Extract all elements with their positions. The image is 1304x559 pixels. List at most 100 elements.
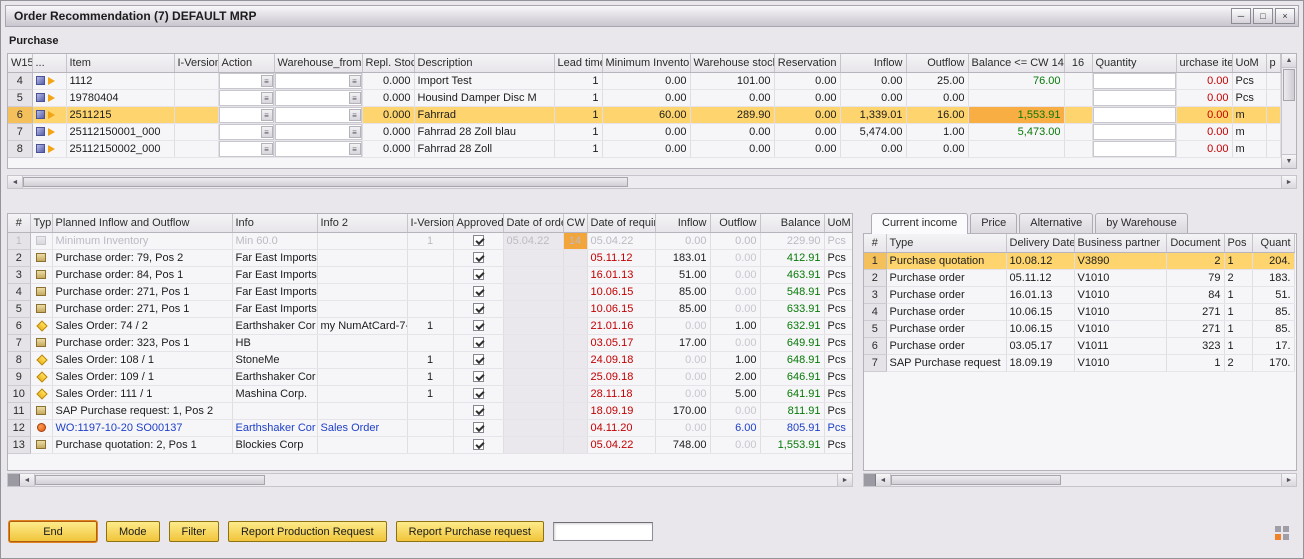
column-header[interactable]: Pos <box>1224 234 1252 252</box>
column-header[interactable]: Business partner <box>1074 234 1166 252</box>
column-header[interactable]: Balance <= CW 14 <box>968 54 1064 72</box>
link-arrow-icon[interactable] <box>48 111 55 119</box>
approved-checkbox[interactable] <box>473 235 484 246</box>
income-row[interactable]: 3Purchase order16.01.13V101084151. <box>864 286 1294 303</box>
end-button[interactable]: End <box>9 521 97 542</box>
planned-horizontal-scrollbar[interactable]: ◄ ► <box>7 473 853 487</box>
approved-cell[interactable] <box>453 334 503 351</box>
approved-checkbox[interactable] <box>473 371 484 382</box>
choose-from-list-icon[interactable]: ≡ <box>349 92 361 104</box>
income-row[interactable]: 2Purchase order05.11.12V1010792183. <box>864 269 1294 286</box>
column-header[interactable]: Inflow <box>655 214 710 232</box>
row-number-cell[interactable]: 5 <box>8 89 32 106</box>
row-number-cell[interactable]: 9 <box>8 368 30 385</box>
scroll-right-button[interactable]: ► <box>837 474 852 486</box>
planned-row[interactable]: 11SAP Purchase request: 1, Pos 218.09.19… <box>8 402 852 419</box>
action-cell[interactable]: ≡ <box>218 140 274 157</box>
item-row[interactable]: 725112150001_000≡≡0.000Fahrrad 28 Zoll b… <box>8 123 1280 140</box>
link-arrow-icon[interactable] <box>48 77 55 85</box>
row-number-cell[interactable]: 3 <box>8 266 30 283</box>
row-number-cell[interactable]: 4 <box>864 303 886 320</box>
column-header[interactable]: urchase item <box>1176 54 1232 72</box>
link-arrow-icon[interactable] <box>48 94 55 102</box>
column-header[interactable]: Typ <box>30 214 52 232</box>
approved-cell[interactable] <box>453 351 503 368</box>
column-header[interactable]: W15 <box>8 54 32 72</box>
column-header[interactable]: Warehouse stock <box>690 54 774 72</box>
scroll-down-button[interactable]: ▼ <box>1282 154 1296 168</box>
link-arrow-icon[interactable] <box>48 128 55 136</box>
scroll-right-button[interactable]: ► <box>1281 474 1296 486</box>
column-header[interactable]: UoM <box>1232 54 1266 72</box>
planned-row[interactable]: 8Sales Order: 108 / 1StoneMe124.09.180.0… <box>8 351 852 368</box>
item-row[interactable]: 41112≡≡0.000Import Test10.00101.000.000.… <box>8 72 1280 89</box>
horizontal-scrollbar-thumb[interactable] <box>891 475 1061 485</box>
approved-checkbox[interactable] <box>473 320 484 331</box>
link-arrow-icon[interactable] <box>48 145 55 153</box>
mode-button[interactable]: Mode <box>106 521 160 542</box>
planned-row[interactable]: 5Purchase order: 271, Pos 1Far East Impo… <box>8 300 852 317</box>
income-horizontal-scrollbar[interactable]: ◄ ► <box>863 473 1297 487</box>
column-header[interactable]: Quant <box>1252 234 1294 252</box>
approved-checkbox[interactable] <box>473 439 484 450</box>
column-header[interactable]: Balance <box>760 214 824 232</box>
planned-row[interactable]: 2Purchase order: 79, Pos 2Far East Impor… <box>8 249 852 266</box>
warehouse-from-cell[interactable]: ≡ <box>274 140 362 157</box>
column-header[interactable]: 16 <box>1064 54 1092 72</box>
column-header[interactable]: Description <box>414 54 554 72</box>
column-header[interactable]: Outflow <box>710 214 760 232</box>
horizontal-scrollbar-thumb[interactable] <box>35 475 265 485</box>
approved-checkbox[interactable] <box>473 252 484 263</box>
scroll-right-button[interactable]: ► <box>1281 176 1296 188</box>
planned-row[interactable]: 9Sales Order: 109 / 1Earthshaker Cor125.… <box>8 368 852 385</box>
row-number-cell[interactable]: 10 <box>8 385 30 402</box>
column-header[interactable]: Inflow <box>840 54 906 72</box>
approved-cell[interactable] <box>453 317 503 334</box>
action-cell[interactable]: ≡ <box>218 106 274 123</box>
row-number-cell[interactable]: 8 <box>8 351 30 368</box>
row-number-cell[interactable]: 5 <box>8 300 30 317</box>
row-number-cell[interactable]: 1 <box>864 252 886 269</box>
report-purchase-request-button[interactable]: Report Purchase request <box>396 521 544 542</box>
items-vertical-scrollbar[interactable]: ▲ ▼ <box>1281 54 1296 168</box>
approved-checkbox[interactable] <box>473 269 484 280</box>
planned-row[interactable]: 13Purchase quotation: 2, Pos 1Blockies C… <box>8 436 852 453</box>
planned-row[interactable]: 3Purchase order: 84, Pos 1Far East Impor… <box>8 266 852 283</box>
planned-row[interactable]: 7Purchase order: 323, Pos 1HB03.05.1717.… <box>8 334 852 351</box>
approved-cell[interactable] <box>453 419 503 436</box>
row-number-cell[interactable]: 3 <box>864 286 886 303</box>
approved-checkbox[interactable] <box>473 405 484 416</box>
horizontal-scrollbar-track[interactable] <box>265 474 837 486</box>
vertical-scrollbar-thumb[interactable] <box>1283 69 1295 101</box>
approved-checkbox[interactable] <box>473 337 484 348</box>
row-number-cell[interactable]: 11 <box>8 402 30 419</box>
minimize-button[interactable]: ─ <box>1231 8 1251 24</box>
approved-cell[interactable] <box>453 385 503 402</box>
approved-cell[interactable] <box>453 368 503 385</box>
column-header[interactable]: Delivery Date <box>1006 234 1074 252</box>
income-row[interactable]: 5Purchase order10.06.15V1010271185. <box>864 320 1294 337</box>
row-number-cell[interactable]: 4 <box>8 283 30 300</box>
item-row[interactable]: 519780404≡≡0.000Housind Damper Disc M10.… <box>8 89 1280 106</box>
column-header[interactable]: Minimum Inventory <box>602 54 690 72</box>
choose-from-list-icon[interactable]: ≡ <box>349 143 361 155</box>
document-cell[interactable]: WO:1197-10-20 SO00137 <box>52 419 232 436</box>
column-header[interactable]: Quantity <box>1092 54 1176 72</box>
column-header[interactable]: # <box>864 234 886 252</box>
horizontal-scrollbar-track[interactable] <box>628 176 1281 188</box>
row-number-cell[interactable]: 7 <box>8 123 32 140</box>
approved-cell[interactable] <box>453 266 503 283</box>
column-header[interactable]: Date of requiren <box>587 214 655 232</box>
row-number-cell[interactable]: 6 <box>864 337 886 354</box>
warehouse-from-cell[interactable]: ≡ <box>274 123 362 140</box>
action-cell[interactable]: ≡ <box>218 72 274 89</box>
maximize-button[interactable]: □ <box>1253 8 1273 24</box>
choose-from-list-icon[interactable]: ≡ <box>261 126 273 138</box>
report-production-request-button[interactable]: Report Production Request <box>228 521 387 542</box>
scroll-up-button[interactable]: ▲ <box>1282 54 1296 68</box>
warehouse-from-cell[interactable]: ≡ <box>274 89 362 106</box>
column-header[interactable]: Action <box>218 54 274 72</box>
row-number-cell[interactable]: 8 <box>8 140 32 157</box>
column-header[interactable]: # <box>8 214 30 232</box>
row-number-cell[interactable]: 2 <box>8 249 30 266</box>
